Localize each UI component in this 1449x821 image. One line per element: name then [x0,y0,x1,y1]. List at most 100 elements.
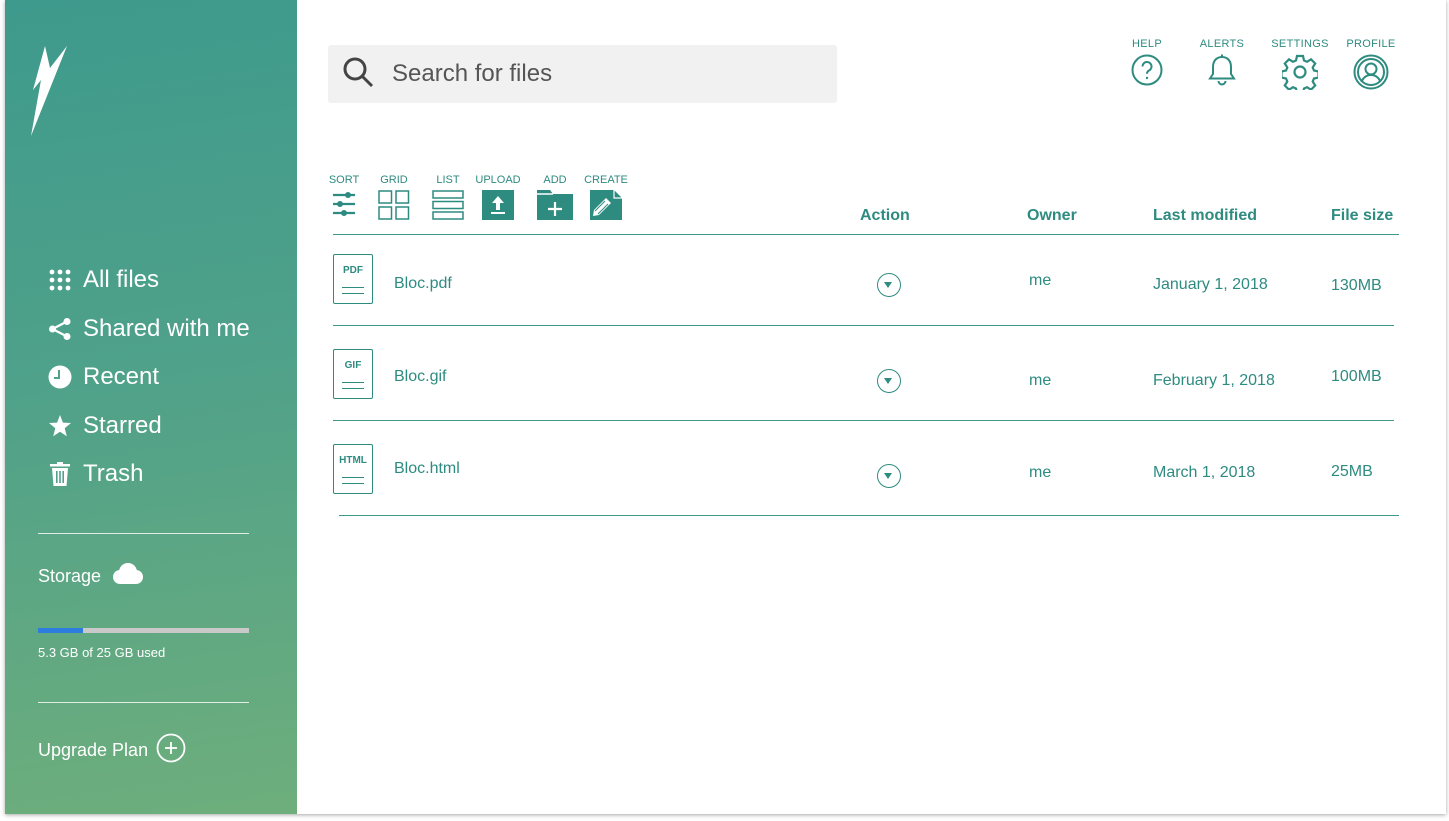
action-dropdown-icon[interactable] [877,273,901,297]
sidebar-item-label: Recent [83,363,160,391]
help-button[interactable]: HELP [1125,38,1169,95]
file-type-label: GIF [344,360,362,371]
sidebar-item-all-files[interactable]: All files [47,256,250,305]
file-icon-line [342,382,364,383]
profile-label: PROFILE [1346,38,1396,50]
file-size: 130MB [1331,277,1382,294]
file-size: 25MB [1331,463,1373,480]
file-name[interactable]: Bloc.gif [394,368,446,386]
row-divider [339,515,1399,516]
pdf-file-icon[interactable]: PDF [333,254,373,304]
column-header-last-modified[interactable]: Last modified [1153,207,1257,225]
sort-button[interactable]: SORT [328,174,360,225]
list-view-icon [432,190,464,225]
column-header-action[interactable]: Action [860,207,910,225]
search-icon[interactable] [342,56,374,93]
add-label: ADD [543,174,567,186]
file-type-label: PDF [343,265,363,276]
file-owner: me [1029,372,1052,389]
file-owner: me [1029,464,1052,481]
html-file-icon[interactable]: HTML [333,444,373,494]
settings-label: SETTINGS [1271,38,1329,50]
file-icon-line [342,287,364,288]
sidebar-item-label: Trash [83,460,144,488]
file-name[interactable]: Bloc.html [394,460,460,478]
file-icon-line [342,483,364,484]
sidebar-item-label: Starred [83,411,162,439]
sliders-icon [332,190,356,223]
add-folder-icon [537,190,573,225]
file-icon-line [342,293,364,294]
help-label: HELP [1132,38,1162,50]
storage-usage-text: 5.3 GB of 25 GB used [38,645,166,660]
help-icon [1131,54,1163,91]
cloud-icon [109,562,145,591]
storage-progress-bar [38,628,249,633]
create-label: CREATE [584,174,628,186]
file-toolbar: SORT GRID LIST UPLOAD ADD CREATE [328,174,629,225]
create-file-button[interactable]: CREATE [583,174,629,225]
search-input[interactable] [392,60,812,88]
alerts-label: ALERTS [1199,38,1245,50]
list-view-button[interactable]: LIST [431,174,465,225]
action-dropdown-icon[interactable] [877,464,901,488]
list-label: LIST [436,174,460,186]
file-type-label: HTML [339,455,367,466]
sidebar-item-starred[interactable]: Starred [47,402,250,451]
sidebar-item-shared-with-me[interactable]: Shared with me [47,305,250,354]
sidebar-item-label: Shared with me [83,314,250,342]
settings-button[interactable]: SETTINGS [1270,38,1330,95]
share-icon [47,316,73,342]
sidebar-item-recent[interactable]: Recent [47,353,250,402]
file-icon-line [342,388,364,389]
file-last-modified: January 1, 2018 [1153,276,1268,293]
sidebar-divider [38,702,249,703]
storage-progress-fill [38,628,83,633]
sidebar: All files Shared with me Recent Starred … [5,0,297,814]
table-row[interactable]: HTML Bloc.html me March 1, 2018 25MB [333,420,1399,515]
column-header-owner[interactable]: Owner [1027,207,1077,225]
storage-label: Storage [38,566,102,586]
file-size: 100MB [1331,368,1382,385]
action-dropdown-icon[interactable] [877,369,901,393]
search-bar [328,45,837,103]
gif-file-icon[interactable]: GIF [333,349,373,399]
upload-button[interactable]: UPLOAD [475,174,521,225]
add-folder-button[interactable]: ADD [535,174,575,225]
upload-icon [482,190,514,225]
grid-view-button[interactable]: GRID [377,174,411,225]
grid-dots-icon [47,267,73,293]
file-owner: me [1029,272,1052,289]
sidebar-item-trash[interactable]: Trash [47,450,250,499]
table-row[interactable]: GIF Bloc.gif me February 1, 2018 100MB [333,325,1399,420]
trash-icon [47,461,73,487]
bell-icon [1207,54,1237,91]
upgrade-plan-button[interactable]: Upgrade Plan [38,733,186,768]
sidebar-divider [38,533,249,534]
upload-label: UPLOAD [475,174,521,186]
alerts-button[interactable]: ALERTS [1200,38,1244,95]
clock-icon [47,364,73,390]
header-icons: HELP ALERTS SETTINGS PROFILE [1125,38,1396,95]
create-document-icon [590,190,622,225]
column-header-file-size[interactable]: File size [1331,207,1393,225]
star-icon [47,413,73,439]
grid-label: GRID [380,174,408,186]
file-last-modified: March 1, 2018 [1153,464,1256,481]
file-name[interactable]: Bloc.pdf [394,275,452,293]
storage-header: Storage [38,562,145,591]
sort-label: SORT [328,174,360,186]
profile-button[interactable]: PROFILE [1346,38,1396,95]
user-avatar-icon [1353,54,1389,95]
sidebar-item-label: All files [83,266,160,294]
upgrade-plan-label: Upgrade Plan [38,740,149,760]
app-window: All files Shared with me Recent Starred … [5,0,1446,814]
grid-view-icon [378,190,410,225]
plus-circle-icon [156,733,186,768]
table-row[interactable]: PDF Bloc.pdf me January 1, 2018 130MB [333,234,1399,329]
bolt-logo-icon[interactable] [27,44,71,143]
gear-icon [1280,54,1320,95]
file-last-modified: February 1, 2018 [1153,372,1275,389]
file-icon-line [342,477,364,478]
sidebar-nav: All files Shared with me Recent Starred … [47,256,250,499]
